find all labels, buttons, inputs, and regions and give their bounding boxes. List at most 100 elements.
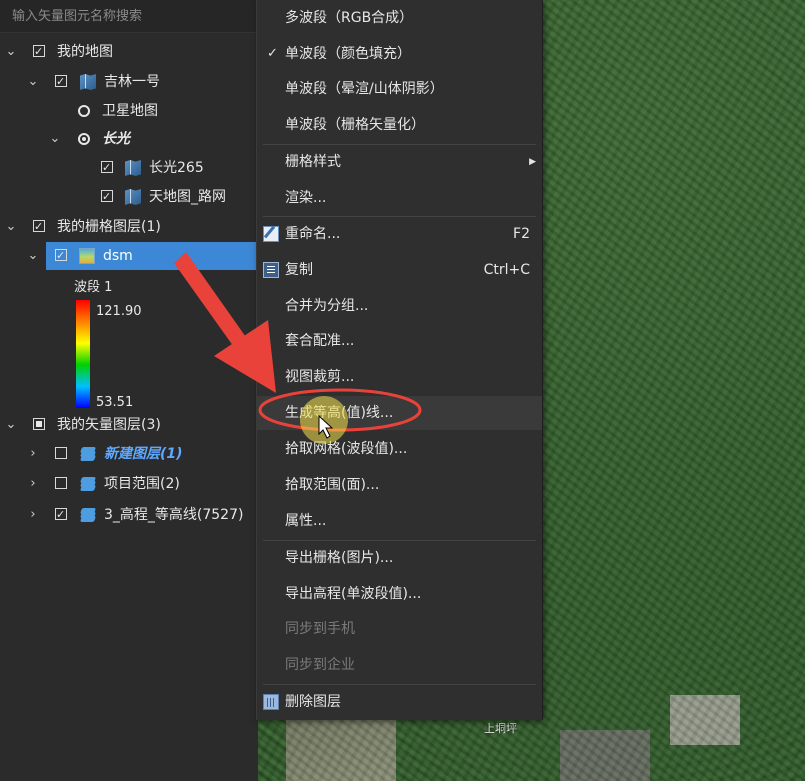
search-bar — [0, 0, 258, 33]
checkbox[interactable] — [55, 447, 67, 459]
menu-item-view-clip[interactable]: 视图裁剪... — [257, 360, 542, 394]
menu-item-label: 导出高程(单波段值)... — [285, 586, 422, 602]
menu-item-export-raster[interactable]: 导出栅格(图片)... — [257, 541, 542, 575]
chevron-down-icon[interactable]: ⌄ — [49, 125, 61, 153]
menu-item-rename[interactable]: 重命名... F2 — [257, 217, 542, 251]
tree-node-raster-group[interactable]: ⌄ 我的栅格图层(1) — [0, 213, 258, 241]
trash-icon — [263, 694, 279, 710]
chevron-down-icon[interactable]: ⌄ — [27, 68, 39, 96]
map-icon — [125, 160, 141, 176]
tree-node-dsm-selected[interactable]: dsm — [46, 242, 258, 270]
menu-item-sync-company[interactable]: 同步到企业 — [257, 648, 542, 682]
menu-item-label: 单波段（栅格矢量化） — [285, 117, 425, 133]
tree-node-cg265[interactable]: 长光265 — [0, 154, 258, 182]
tree-node-label: 新建图层(1) — [104, 446, 183, 462]
layer-search-input[interactable] — [10, 5, 249, 27]
vector-layer-icon — [79, 476, 97, 492]
tree-node-label: 我的栅格图层(1) — [57, 219, 161, 235]
map-place-label: 上垌坪 — [484, 722, 517, 735]
tree-node-project-range[interactable]: › 项目范围(2) — [0, 470, 258, 498]
checkbox[interactable] — [55, 477, 67, 489]
copy-icon — [263, 262, 279, 278]
menu-item-delete-layer[interactable]: 删除图层 — [257, 685, 542, 719]
checkbox[interactable] — [33, 38, 45, 66]
tree-node-label: 我的地图 — [57, 44, 113, 60]
menu-item-export-elevation[interactable]: 导出高程(单波段值)... — [257, 577, 542, 611]
map-icon — [125, 189, 141, 205]
tree-node-label: 长光 — [102, 131, 130, 147]
menu-item-pick-grid[interactable]: 拾取网格(波段值)... — [257, 432, 542, 466]
menu-item-label: 单波段（晕渲/山体阴影） — [285, 81, 444, 97]
menu-item-registration[interactable]: 套合配准... — [257, 324, 542, 358]
tree-node-label: 吉林一号 — [104, 74, 160, 90]
checkbox[interactable] — [55, 68, 67, 96]
shortcut-label: Ctrl+C — [483, 262, 530, 278]
submenu-arrow-icon: ▶ — [529, 157, 536, 167]
context-menu: 多波段（RGB合成） ✓ 单波段（颜色填充） 单波段（晕渲/山体阴影） 单波段（… — [256, 0, 543, 720]
tree-node-contour[interactable]: › 3_高程_等高线(7527) — [0, 501, 258, 529]
tree-node-satellite[interactable]: 卫星地图 — [0, 97, 258, 125]
menu-item-label: 套合配准... — [285, 333, 355, 349]
tree-node-label: dsm — [103, 248, 133, 264]
band-label: 波段 1 — [74, 280, 113, 295]
tree-node-label: 长光265 — [149, 160, 204, 176]
menu-item-raster-style[interactable]: 栅格样式 ▶ — [257, 145, 542, 179]
checkbox[interactable] — [101, 154, 113, 182]
chevron-down-icon[interactable]: ⌄ — [27, 242, 39, 270]
menu-item-merge-group[interactable]: 合并为分组... — [257, 289, 542, 323]
tree-node-new-layer[interactable]: › 新建图层(1) — [0, 440, 258, 468]
menu-item-label: 拾取范围(面)... — [285, 477, 380, 493]
chevron-down-icon[interactable]: ⌄ — [5, 213, 17, 241]
menu-item-label: 渲染... — [285, 190, 327, 206]
vector-layer-icon — [79, 446, 97, 462]
menu-item-label: 生成等高(值)线... — [285, 405, 394, 421]
chevron-down-icon[interactable]: ⌄ — [5, 38, 17, 66]
radio-button-selected[interactable] — [78, 133, 90, 145]
vector-layer-icon — [79, 507, 97, 523]
ramp-max-value: 121.90 — [96, 304, 142, 319]
tree-node-vector-group[interactable]: ⌄ 我的矢量图层(3) — [0, 411, 258, 439]
checkbox[interactable] — [55, 242, 67, 270]
tree-node-changguang[interactable]: ⌄ 长光 — [0, 125, 258, 153]
rename-icon — [263, 226, 279, 242]
raster-layer-icon — [79, 248, 95, 264]
ramp-min-value: 53.51 — [96, 395, 134, 410]
tree-node-label: 我的矢量图层(3) — [57, 417, 161, 433]
menu-item-label: 删除图层 — [285, 694, 341, 710]
checkbox[interactable] — [33, 213, 45, 241]
menu-item-label: 同步到企业 — [285, 657, 355, 673]
menu-item-label: 重命名... — [285, 226, 341, 242]
menu-item-properties[interactable]: 属性... — [257, 504, 542, 538]
chevron-right-icon[interactable]: › — [27, 470, 39, 498]
building-area — [560, 730, 650, 781]
color-ramp-legend — [76, 300, 90, 408]
bare-ground-area — [286, 715, 396, 781]
menu-item-single-color[interactable]: ✓ 单波段（颜色填充） — [257, 37, 542, 71]
tree-node-tianditu[interactable]: 天地图_路网 — [0, 183, 258, 211]
chevron-right-icon[interactable]: › — [27, 501, 39, 529]
menu-item-generate-contour[interactable]: 生成等高(值)线... — [257, 396, 542, 430]
tree-node-my-maps[interactable]: ⌄ 我的地图 — [0, 38, 258, 66]
menu-item-multiband[interactable]: 多波段（RGB合成） — [257, 1, 542, 35]
menu-item-render[interactable]: 渲染... — [257, 181, 542, 215]
tree-node-label: 3_高程_等高线(7527) — [104, 507, 244, 523]
menu-item-single-shade[interactable]: 单波段（晕渲/山体阴影） — [257, 72, 542, 106]
menu-item-single-vectorize[interactable]: 单波段（栅格矢量化） — [257, 108, 542, 142]
menu-item-copy[interactable]: 复制 Ctrl+C — [257, 253, 542, 287]
menu-item-label: 拾取网格(波段值)... — [285, 441, 408, 457]
chevron-down-icon[interactable]: ⌄ — [5, 411, 17, 439]
menu-item-label: 同步到手机 — [285, 621, 355, 637]
menu-item-label: 视图裁剪... — [285, 369, 355, 385]
layer-panel: ⌄ 我的地图 ⌄ 吉林一号 卫星地图 ⌄ 长光 长光265 天地图_路网 ⌄ 我… — [0, 0, 258, 781]
tree-node-label: 天地图_路网 — [149, 189, 226, 205]
checkbox[interactable] — [55, 501, 67, 529]
chevron-right-icon[interactable]: › — [27, 440, 39, 468]
menu-item-label: 合并为分组... — [285, 298, 369, 314]
checkbox[interactable] — [101, 183, 113, 211]
tree-node-jilin[interactable]: ⌄ 吉林一号 — [0, 68, 258, 96]
menu-item-label: 单波段（颜色填充） — [285, 46, 411, 62]
checkbox-partial[interactable] — [33, 418, 45, 430]
menu-item-pick-range[interactable]: 拾取范围(面)... — [257, 468, 542, 502]
menu-item-sync-phone[interactable]: 同步到手机 — [257, 612, 542, 646]
radio-button[interactable] — [78, 105, 90, 117]
